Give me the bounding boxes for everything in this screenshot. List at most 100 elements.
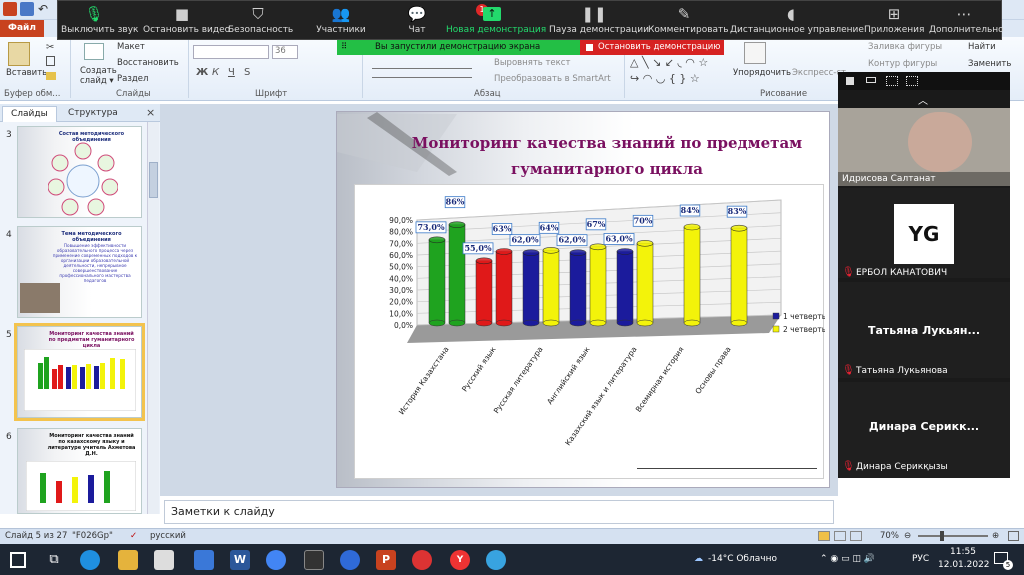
stop-share-button[interactable]: Остановить демонстрацию	[580, 40, 724, 55]
chevron-up-icon[interactable]: ︿	[918, 92, 928, 107]
slide-thumbnail[interactable]: Состав методического объединения	[17, 126, 142, 218]
zoom-out-icon[interactable]: ⊖	[904, 531, 911, 541]
weather-text[interactable]: -14°C Облачно	[708, 554, 777, 564]
italic-button[interactable]: К	[212, 67, 219, 78]
minimize-icon[interactable]	[846, 77, 854, 85]
font-family-select[interactable]	[193, 45, 269, 59]
start-icon[interactable]	[10, 552, 26, 568]
participants-button[interactable]: 👥 Участники	[314, 1, 368, 41]
zoom-level[interactable]: 70%	[880, 531, 899, 541]
shape-outline-button[interactable]: Контур фигуры	[868, 59, 937, 69]
weather-icon[interactable]: ☁	[694, 554, 703, 564]
cut-icon[interactable]: ✂	[46, 42, 54, 53]
mute-button[interactable]: 🎙 Выключить звук	[61, 1, 138, 41]
shape-fill-button[interactable]: Заливка фигуры	[868, 42, 942, 52]
font-size-select[interactable]: 36	[272, 45, 298, 59]
new-slide-button[interactable]: Создать слайд ▾	[80, 66, 117, 86]
stop-video-button[interactable]: ■ Остановить видео	[143, 1, 230, 41]
tray-icons[interactable]: ⌃ ◉ ▭ ◫ 🔊	[820, 554, 875, 564]
pause-share-button[interactable]: ❚❚ Пауза демонстрации	[549, 1, 649, 41]
remote-control-button[interactable]: ◖ Дистанционное управление	[730, 1, 864, 41]
underline-button[interactable]: Ч	[228, 67, 235, 78]
grid-view-icon[interactable]	[906, 76, 918, 86]
tab-outline[interactable]: Структура	[60, 106, 126, 122]
participant-name: Татьяна Лукьянова	[856, 366, 948, 376]
video-tile[interactable]: Идрисова Салтанат	[838, 108, 1010, 186]
clock-date[interactable]: 12.01.2022	[938, 560, 990, 570]
tab-slides[interactable]: Слайды	[2, 106, 57, 122]
bar-q1-base	[522, 319, 540, 327]
input-language[interactable]: РУС	[912, 554, 929, 564]
new-slide-icon[interactable]	[84, 43, 104, 60]
layout-button[interactable]: Макет	[117, 42, 145, 52]
video-tile[interactable]: YG 🎙 ЕРБОЛ КАНАТОВИЧ	[838, 188, 1010, 278]
normal-view-icon[interactable]	[818, 531, 830, 541]
clock-time[interactable]: 11:55	[950, 547, 976, 557]
copy-icon[interactable]	[46, 56, 55, 66]
yandex-icon[interactable]: Y	[450, 550, 470, 570]
language[interactable]: русский	[150, 531, 186, 541]
slide-thumbnail[interactable]: Мониторинг качества знаний по казахскому…	[17, 428, 142, 514]
find-button[interactable]: Найти	[968, 42, 996, 52]
browser-icon[interactable]	[412, 550, 432, 570]
slide-thumbnail-selected[interactable]: Мониторинг качества знаний по предметам …	[14, 323, 145, 421]
replace-button[interactable]: Заменить	[968, 59, 1011, 69]
align-text-button[interactable]: Выровнять текст	[494, 58, 570, 68]
telegram-icon[interactable]	[486, 550, 506, 570]
data-label-q2: 70%	[634, 215, 653, 225]
shapes-gallery-icon[interactable]: ↪ ◠ ◡ { } ☆	[630, 72, 700, 85]
task-view-icon[interactable]: ⧉	[44, 550, 64, 570]
arrange-button[interactable]: Упорядочить	[733, 68, 791, 78]
slide-title[interactable]: Мониторинг качества знаний по предметам …	[397, 130, 817, 182]
paste-button[interactable]: Вставить	[6, 68, 47, 78]
word-icon[interactable]: W	[230, 550, 250, 570]
zoom-slider-handle[interactable]	[940, 531, 944, 541]
more-button[interactable]: ⋯ Дополнительно	[929, 1, 1004, 41]
section-button[interactable]: Раздел	[117, 74, 148, 84]
mail-icon[interactable]	[194, 550, 214, 570]
slide-thumbnail[interactable]: Тема методического объединения Повышение…	[17, 226, 142, 318]
zoom-in-icon[interactable]: ⊕	[992, 531, 999, 541]
reading-view-icon[interactable]	[850, 531, 862, 541]
paste-icon[interactable]	[8, 42, 30, 66]
close-icon[interactable]: ×	[146, 106, 155, 119]
zoom-slider[interactable]	[918, 535, 988, 537]
file-explorer-icon[interactable]	[118, 550, 138, 570]
store-icon[interactable]	[154, 550, 174, 570]
security-button[interactable]: ⛉ Безопасность	[228, 1, 293, 41]
new-share-button[interactable]: ↑ Новая демонстрация	[446, 1, 546, 41]
fit-slide-icon[interactable]	[1008, 531, 1019, 541]
align-icons[interactable]	[372, 68, 472, 78]
chrome-icon[interactable]	[266, 550, 286, 570]
powerpoint-taskbar-icon[interactable]: P	[376, 550, 396, 570]
smartart-button[interactable]: Преобразовать в SmartArt	[494, 74, 611, 84]
video-tile[interactable]: Динара Серикк... 🎙 Динара Серикқызы	[838, 382, 1010, 478]
spellcheck-icon[interactable]: ✓	[130, 531, 137, 541]
save-icon[interactable]	[20, 2, 34, 16]
arrange-icon[interactable]	[744, 42, 766, 64]
bold-button[interactable]: Ж	[196, 67, 208, 78]
thumbnail-scrollbar[interactable]	[147, 122, 159, 514]
gallery-view-icon[interactable]	[886, 76, 898, 86]
theme-name: "F026Gp"	[72, 531, 113, 541]
slide-sorter-icon[interactable]	[834, 531, 846, 541]
zoom-icon[interactable]	[340, 550, 360, 570]
app-icon[interactable]	[304, 550, 324, 570]
slide-canvas[interactable]: Мониторинг качества знаний по предметам …	[336, 111, 830, 488]
scroll-thumb[interactable]	[149, 162, 158, 198]
speaker-view-icon[interactable]	[866, 77, 876, 83]
file-tab[interactable]: Файл	[0, 20, 44, 37]
shapes-gallery-icon[interactable]: △ ╲ ↘ ↙ ◟ ◠ ☆	[630, 56, 708, 69]
undo-icon[interactable]: ↶	[38, 2, 52, 16]
edge-icon[interactable]	[80, 550, 100, 570]
apps-button[interactable]: ⊞ Приложения	[864, 1, 924, 41]
drag-handle-icon[interactable]: ⠿	[341, 40, 347, 55]
format-painter-icon[interactable]	[46, 72, 56, 80]
annotate-button[interactable]: ✎ Комментировать	[648, 1, 729, 41]
reset-button[interactable]: Восстановить	[117, 58, 179, 68]
notes-field[interactable]: Заметки к слайду	[164, 500, 834, 524]
chart-frame[interactable]: 0,0% 10,0% 20,0% 30,0% 40,0% 50,0% 60,0% 70,0% 8…	[354, 184, 826, 479]
video-tile[interactable]: Татьяна Лукьян... 🎙 Татьяна Лукьянова	[838, 282, 1010, 378]
chat-button[interactable]: 💬 Чат	[402, 1, 432, 41]
shadow-button[interactable]: S	[244, 67, 250, 78]
